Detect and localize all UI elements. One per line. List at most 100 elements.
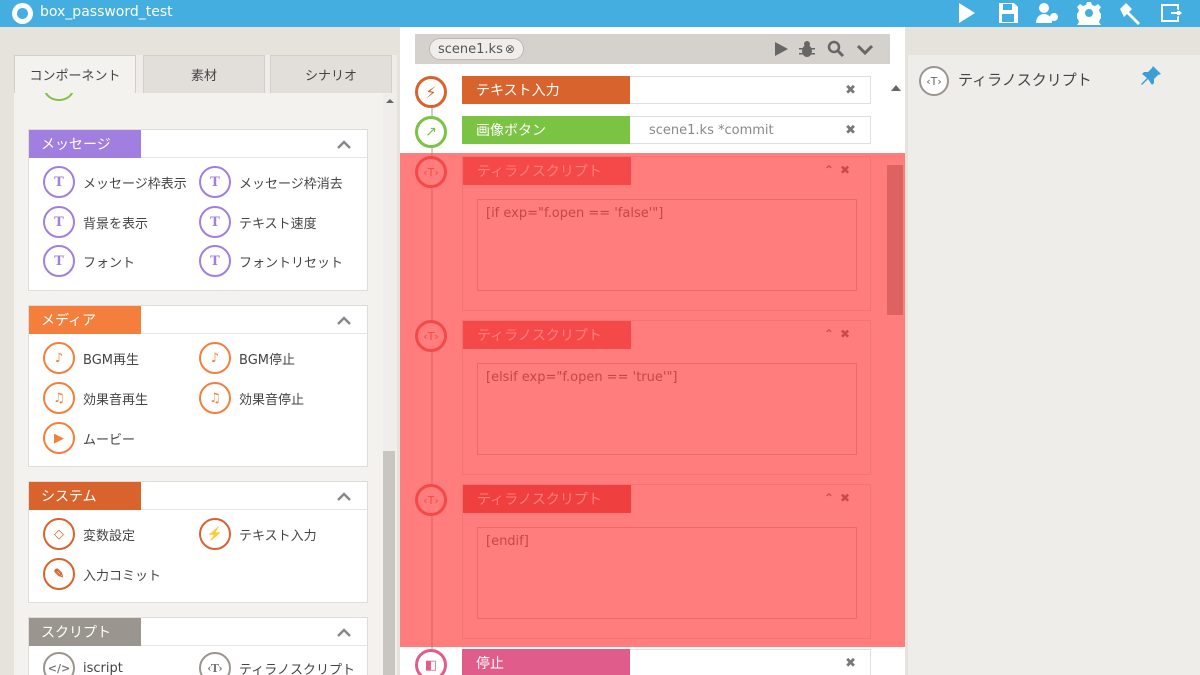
- component-iscript[interactable]: </> iscript: [43, 652, 123, 675]
- search-icon[interactable]: [827, 40, 845, 58]
- component-font[interactable]: T フォント: [43, 245, 135, 277]
- component-message-show[interactable]: T メッセージ枠表示: [43, 166, 187, 198]
- script-header: ティラノスクリプト ⌃✖: [463, 321, 870, 349]
- tab-components[interactable]: コンポーネント: [14, 55, 136, 93]
- component-se-stop[interactable]: ♫ 効果音停止: [199, 382, 304, 414]
- scrollbar-thumb[interactable]: [383, 451, 395, 675]
- script-block-elsif[interactable]: ティラノスクリプト ⌃✖ [elsif exp="f.open == 'true…: [462, 320, 871, 475]
- se-play-icon: ♫: [43, 382, 75, 414]
- settings-icon[interactable]: [1076, 1, 1102, 25]
- scroll-up-icon[interactable]: [386, 97, 394, 105]
- script-block-endif[interactable]: ティラノスクリプト ⌃✖ [endif]: [462, 484, 871, 639]
- text-speed-icon: T: [199, 206, 231, 238]
- chevron-up-icon[interactable]: [337, 138, 351, 149]
- users-gear-icon[interactable]: [1034, 1, 1060, 25]
- collapse-close-icons[interactable]: ⌃✖: [824, 327, 856, 341]
- tab-scenario[interactable]: シナリオ: [270, 55, 392, 93]
- file-tab[interactable]: scene1.ks ⊗: [429, 38, 524, 60]
- component-panel: コンポーネント 素材 シナリオ メッセージ T メッセージ枠表示 T メッセージ…: [14, 55, 397, 675]
- tyrano-script-icon: ‹T›: [199, 652, 231, 675]
- component-label: 効果音停止: [239, 392, 305, 408]
- component-label: 効果音再生: [83, 392, 149, 408]
- close-tab-icon[interactable]: ⊗: [505, 42, 515, 56]
- script-block-if[interactable]: ティラノスクリプト ⌃✖ [if exp="f.open == 'false'"…: [462, 156, 871, 311]
- title-bar: box_password_test: [0, 0, 1200, 27]
- section-script: スクリプト </> iscript ‹T› ティラノスクリプト: [28, 617, 368, 675]
- section-header[interactable]: スクリプト: [29, 618, 367, 646]
- text-input-icon: ⚡: [199, 518, 231, 550]
- component-label: BGM再生: [83, 352, 139, 368]
- close-icon[interactable]: ✖: [845, 123, 856, 138]
- tab-materials[interactable]: 素材: [143, 55, 265, 93]
- message-hide-icon: T: [199, 166, 231, 198]
- tyrano-script-node-icon: ‹T›: [415, 156, 447, 188]
- editor-scroll-up-icon[interactable]: [891, 84, 901, 92]
- pin-icon[interactable]: [1140, 65, 1162, 87]
- build-hammer-icon[interactable]: [1117, 1, 1143, 25]
- app-logo-icon: [12, 3, 33, 24]
- variable-icon: ◇: [43, 518, 75, 550]
- component-label: iscript: [83, 660, 123, 675]
- editor-scrollbar-thumb[interactable]: [887, 165, 903, 315]
- tyrano-script-node-icon: ‹T›: [415, 484, 447, 516]
- component-label: メッセージ枠消去: [239, 176, 343, 192]
- script-textarea[interactable]: [if exp="f.open == 'false'"]: [477, 199, 857, 291]
- component-movie[interactable]: ▶ ムービー: [43, 422, 135, 454]
- section-system: システム ◇ 変数設定 ⚡ テキスト入力 ✎ 入力コミット: [28, 481, 368, 603]
- chevron-up-icon[interactable]: [337, 490, 351, 501]
- image-button-node-icon: ↗: [415, 116, 447, 148]
- properties-title: ティラノスクリプト: [958, 71, 1092, 89]
- script-header: ティラノスクリプト ⌃✖: [463, 157, 870, 185]
- component-variable[interactable]: ◇ 変数設定: [43, 518, 135, 550]
- section-header[interactable]: メッセージ: [29, 130, 367, 158]
- script-header: ティラノスクリプト ⌃✖: [463, 485, 870, 513]
- message-show-icon: T: [43, 166, 75, 198]
- component-text-speed[interactable]: T テキスト速度: [199, 206, 317, 238]
- component-bgm-play[interactable]: ♪ BGM再生: [43, 342, 139, 374]
- section-media: メディア ♪ BGM再生 ♪ BGM停止 ♫ 効果音再生 ♫ 効果音停止 ▶ ム…: [28, 305, 368, 467]
- play-icon[interactable]: [953, 1, 979, 25]
- chevron-up-icon[interactable]: [337, 626, 351, 637]
- script-label: ティラノスクリプト: [463, 157, 631, 185]
- save-icon[interactable]: [995, 1, 1021, 25]
- collapse-close-icons[interactable]: ⌃✖: [824, 163, 856, 177]
- component-text-input[interactable]: ⚡ テキスト入力: [199, 518, 317, 550]
- chevron-down-icon[interactable]: [856, 40, 874, 58]
- section-header[interactable]: システム: [29, 482, 367, 510]
- script-textarea[interactable]: [endif]: [477, 527, 857, 619]
- chevron-up-icon[interactable]: [337, 314, 351, 325]
- component-background[interactable]: T 背景を表示: [43, 206, 148, 238]
- text-input-node-icon: ⚡: [415, 76, 447, 108]
- properties-panel: ‹T› ティラノスクリプト: [908, 55, 1200, 675]
- component-label: テキスト入力: [239, 528, 317, 544]
- debug-bug-icon[interactable]: [798, 40, 816, 58]
- component-tyrano-script[interactable]: ‹T› ティラノスクリプト: [199, 652, 355, 675]
- component-label: 変数設定: [83, 528, 136, 544]
- component-message-hide[interactable]: T メッセージ枠消去: [199, 166, 343, 198]
- component-label: フォント: [83, 255, 136, 271]
- command-param: scene1.ks *commit: [649, 123, 774, 138]
- command-label: 停止: [462, 649, 630, 675]
- section-title: システム: [29, 482, 141, 510]
- section-header[interactable]: メディア: [29, 306, 367, 334]
- script-label: ティラノスクリプト: [463, 321, 631, 349]
- scrollbar[interactable]: [383, 93, 397, 675]
- close-icon[interactable]: ✖: [845, 656, 856, 671]
- component-bgm-stop[interactable]: ♪ BGM停止: [199, 342, 295, 374]
- component-label: BGM停止: [239, 352, 295, 368]
- movie-icon: ▶: [43, 422, 75, 454]
- play-scene-icon[interactable]: [772, 40, 790, 58]
- component-label: テキスト速度: [239, 216, 317, 232]
- component-list: メッセージ T メッセージ枠表示 T メッセージ枠消去 T 背景を表示 T テキ…: [14, 93, 397, 675]
- script-textarea[interactable]: [elsif exp="f.open == 'true'"]: [477, 363, 857, 455]
- input-commit-icon: ✎: [43, 558, 75, 590]
- file-toolbar: scene1.ks ⊗: [415, 34, 890, 64]
- collapse-close-icons[interactable]: ⌃✖: [824, 491, 856, 505]
- component-font-reset[interactable]: T フォントリセット: [199, 245, 343, 277]
- scrolled-component-icon[interactable]: [44, 93, 74, 101]
- export-icon[interactable]: [1158, 1, 1184, 25]
- section-title: スクリプト: [29, 618, 141, 646]
- close-icon[interactable]: ✖: [845, 83, 856, 98]
- component-input-commit[interactable]: ✎ 入力コミット: [43, 558, 161, 590]
- component-se-play[interactable]: ♫ 効果音再生: [43, 382, 148, 414]
